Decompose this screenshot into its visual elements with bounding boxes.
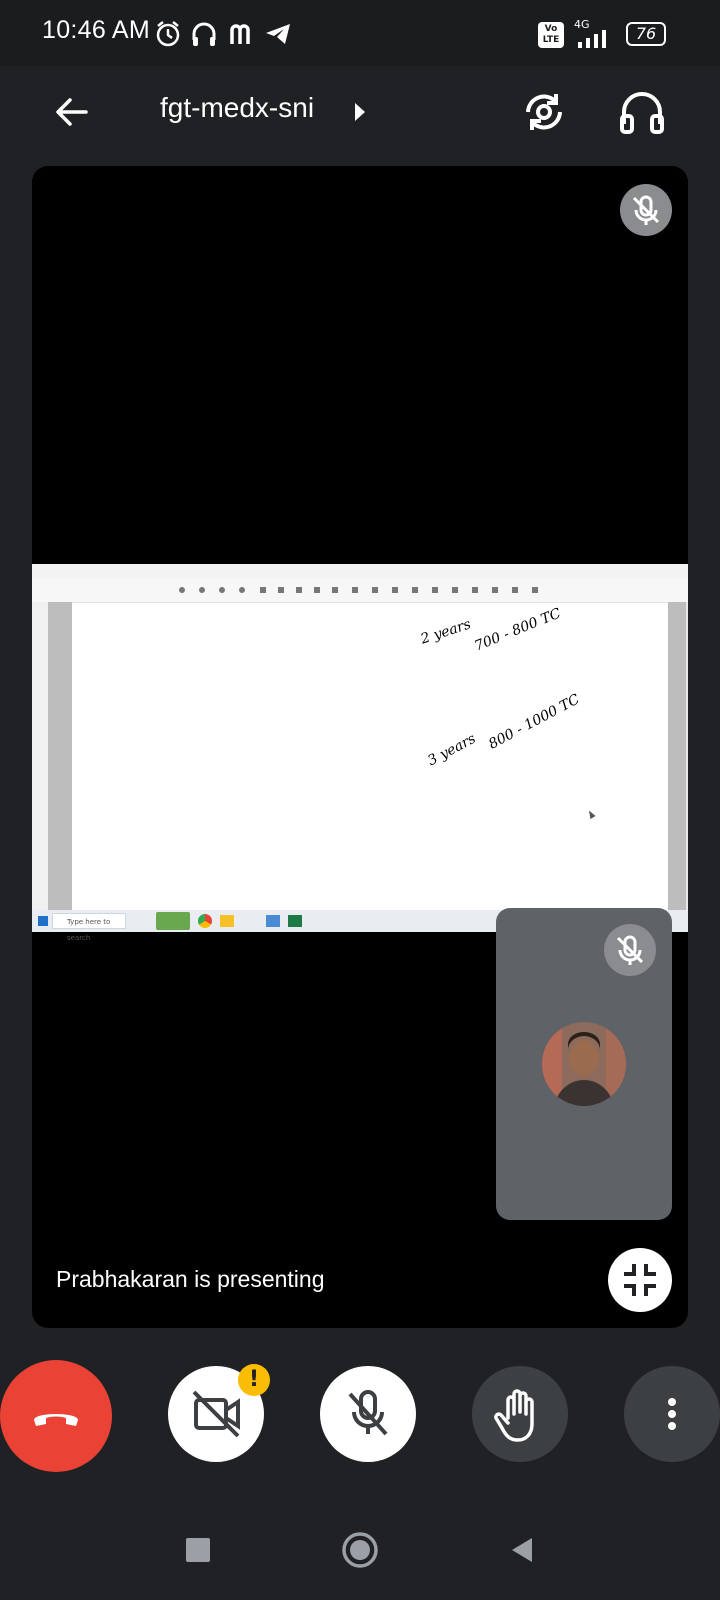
signal-icon [574,28,614,48]
battery-icon: 76 [626,22,666,46]
chrome-icon [198,914,212,928]
mic-toggle-button[interactable] [320,1366,416,1462]
taskbar-app-thumbnail-icon [156,912,190,930]
home-circle-icon[interactable] [338,1528,382,1572]
windows-start-icon [38,916,48,926]
chevron-right-icon[interactable] [352,100,368,124]
battery-level: 76 [635,24,657,43]
camera-warning-badge: ! [238,1364,270,1396]
note-label-1: 2 years [418,616,473,648]
self-mic-off-icon [604,924,656,976]
excel-icon [288,915,302,927]
exit-fullscreen-button[interactable] [608,1248,672,1312]
status-time: 10:46 AM [42,16,151,44]
presenter-mic-off-icon [620,184,672,236]
cursor-icon [586,809,596,819]
note-label-2: 3 years [425,730,479,770]
back-triangle-icon[interactable] [500,1528,544,1572]
switch-camera-button[interactable] [518,86,570,138]
file-explorer-icon [220,915,234,927]
shared-gutter-left [48,602,72,910]
presenting-label: Prabhakaran is presenting [56,1266,325,1292]
back-button[interactable] [48,88,96,136]
recents-square-icon[interactable] [176,1528,220,1572]
m-icon [228,20,256,48]
audio-output-button[interactable] [616,86,668,138]
end-call-button[interactable] [0,1360,112,1472]
taskbar-app-icon [266,915,280,927]
telegram-icon [264,20,292,48]
volte-label: Vo LTE [542,24,560,45]
shared-gutter-right [668,602,686,910]
shared-app-toolbar [32,578,688,603]
shared-screen: 2 years 700 - 800 TC 3 years 800 - 1000 … [32,564,688,942]
raise-hand-button[interactable] [472,1366,568,1462]
shared-left-sidebar [32,602,48,910]
more-options-button[interactable] [624,1366,720,1462]
headphones-icon [190,20,218,48]
meeting-title[interactable]: fgt-medx-sni [160,92,314,124]
volte-icon: Vo LTE [538,22,564,48]
shared-window-titlebar [32,564,688,579]
note-value-2: 800 - 1000 TC [486,691,583,753]
note-value-1: 700 - 800 TC [472,605,564,655]
shared-scrollbar [686,602,688,910]
alarm-icon [154,20,182,48]
avatar [542,1022,626,1106]
shared-taskbar-search: Type here to search [52,913,126,942]
